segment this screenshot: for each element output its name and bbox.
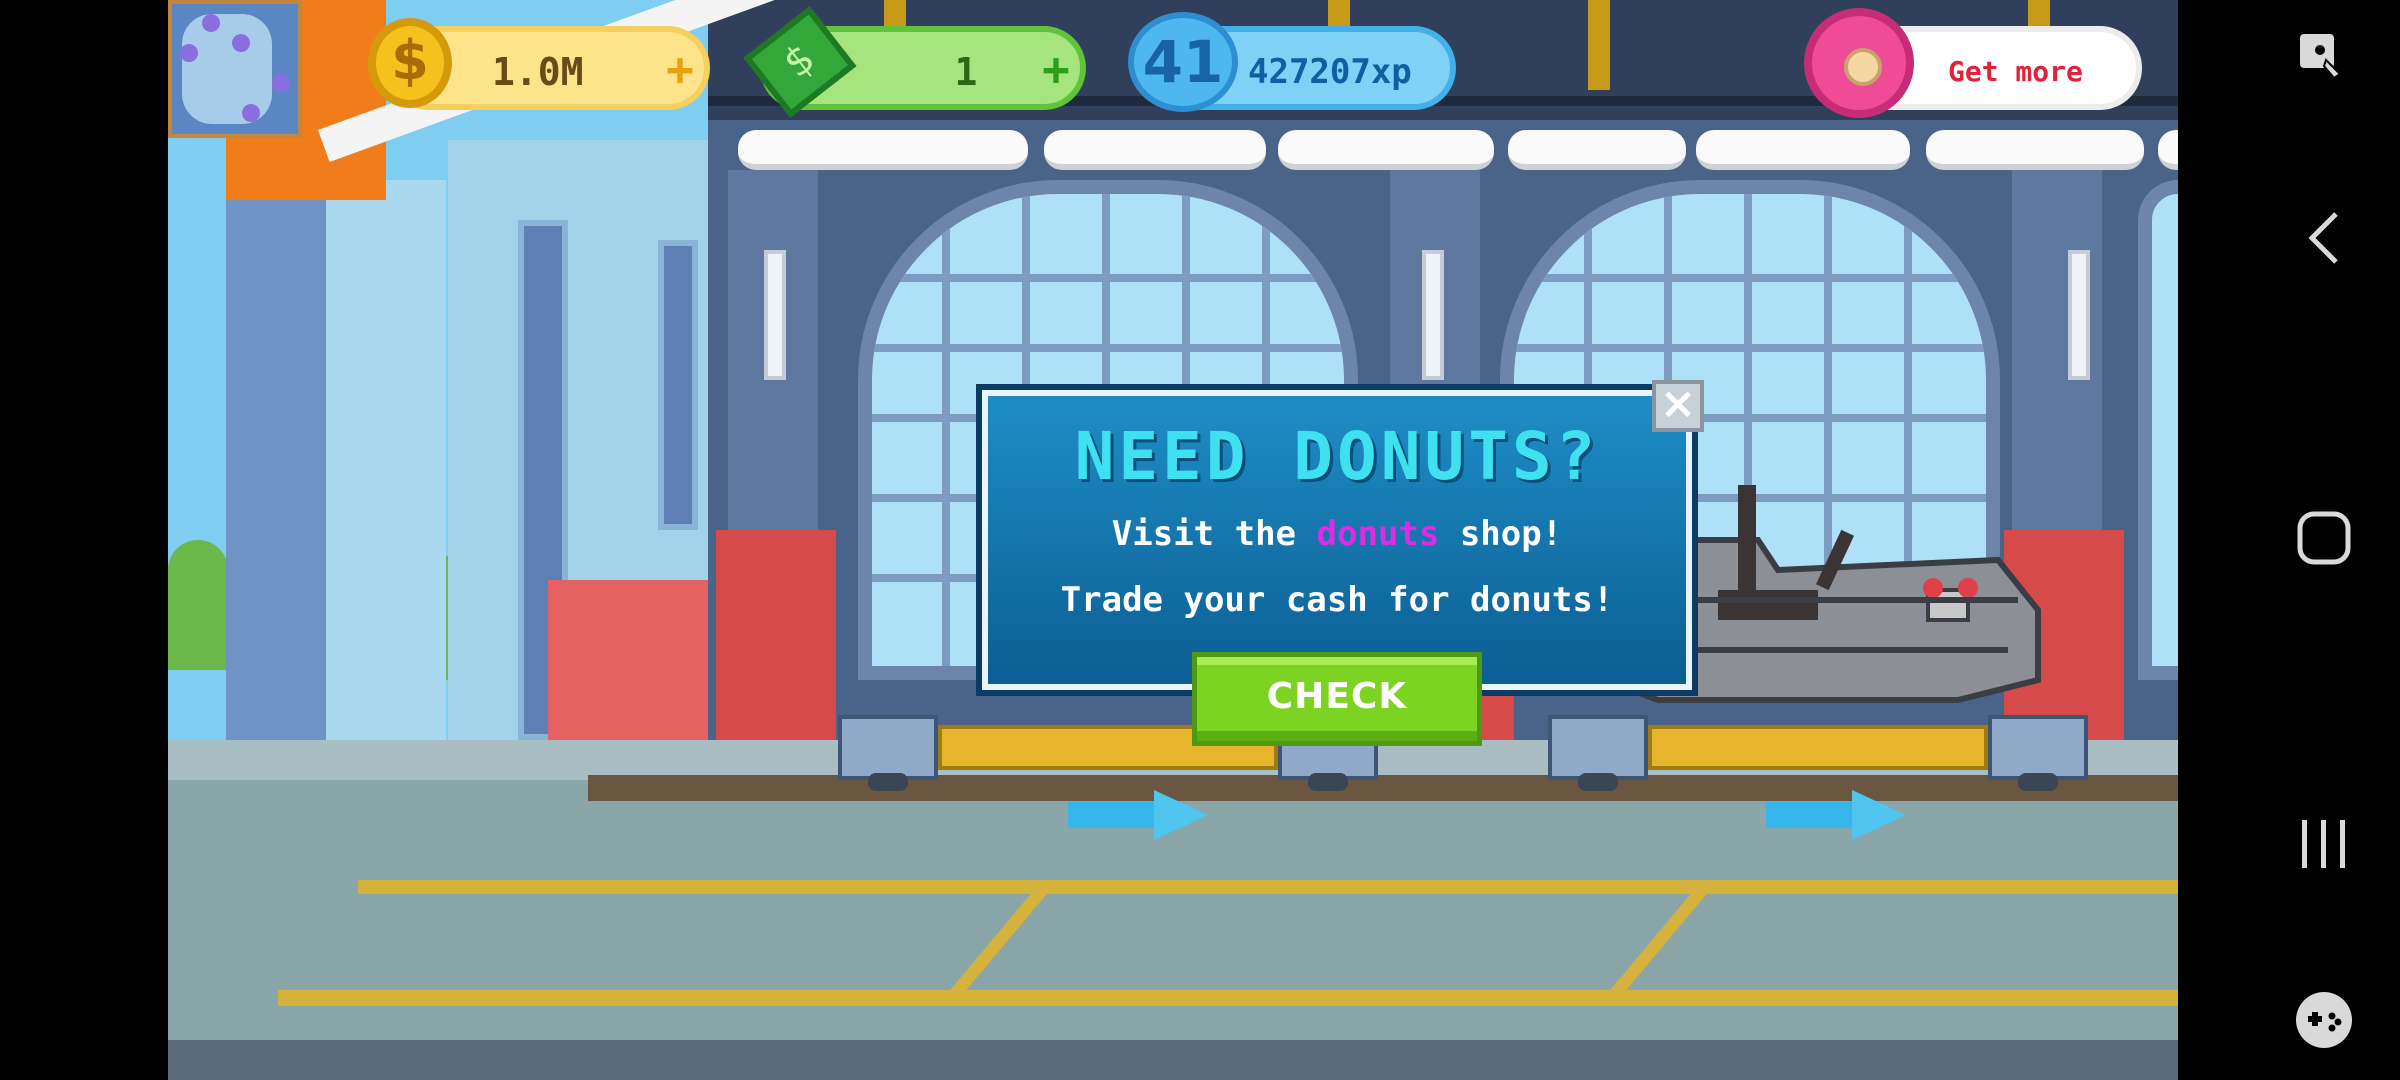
wall-lamp — [764, 250, 786, 380]
floor-line — [358, 880, 2178, 894]
dialog-line-visit: Visit the donuts shop! — [1111, 514, 1563, 554]
coins-value: 1.0M — [492, 50, 584, 94]
dialog-title: NEED DONUTS? — [1074, 418, 1600, 495]
left-letterbox — [0, 0, 168, 1080]
ceiling-light — [1044, 130, 1266, 170]
ceiling-light — [738, 130, 1028, 170]
gamepad-icon[interactable] — [2294, 990, 2354, 1050]
player-avatar[interactable] — [168, 0, 302, 138]
need-donuts-dialog: NEED DONUTS? Visit the donuts shop! Trad… — [976, 384, 1698, 696]
ceiling-light — [1508, 130, 1686, 170]
floor-bottom — [168, 1040, 2178, 1080]
get-more-label: Get more — [1948, 55, 2083, 88]
level-badge: 41 — [1128, 12, 1238, 112]
dialog-line-trade: Trade your cash for donuts! — [1060, 580, 1614, 620]
pillar-base — [716, 530, 836, 760]
building-window — [658, 240, 698, 530]
coin-icon: $ — [368, 18, 452, 108]
donuts-highlight: donuts — [1316, 514, 1440, 554]
game-viewport[interactable]: 1.0M + $ 1 + $ 427207xp 41 Get more NEED… — [168, 0, 2178, 1080]
conveyor-arrow-icon — [1766, 790, 1906, 840]
ceiling-light — [1696, 130, 1910, 170]
wall-lamp — [1422, 250, 1444, 380]
ceiling-light — [1278, 130, 1494, 170]
assembly-cart[interactable] — [1548, 715, 2088, 791]
wall-lamp — [2068, 250, 2090, 380]
ceiling-light — [1926, 130, 2144, 170]
android-nav-bar — [2178, 0, 2400, 1080]
floor-line — [278, 990, 2178, 1006]
bush — [168, 540, 228, 670]
accessibility-icon[interactable] — [2296, 30, 2352, 86]
recents-icon[interactable] — [2298, 816, 2350, 872]
check-button[interactable]: CHECK — [1192, 652, 1482, 746]
xp-value: 427207xp — [1248, 52, 1412, 92]
add-cash-icon[interactable]: + — [1036, 46, 1076, 92]
hall-window — [2138, 180, 2178, 680]
close-icon[interactable]: × — [1652, 380, 1704, 432]
add-coins-icon[interactable]: + — [660, 46, 700, 92]
home-icon[interactable] — [2296, 510, 2352, 566]
ceiling-post — [1588, 0, 1610, 90]
donut-icon — [1804, 8, 1914, 118]
conveyor-arrow-icon — [1068, 790, 1208, 840]
back-icon[interactable] — [2306, 210, 2342, 266]
cash-value: 1 — [954, 50, 978, 94]
